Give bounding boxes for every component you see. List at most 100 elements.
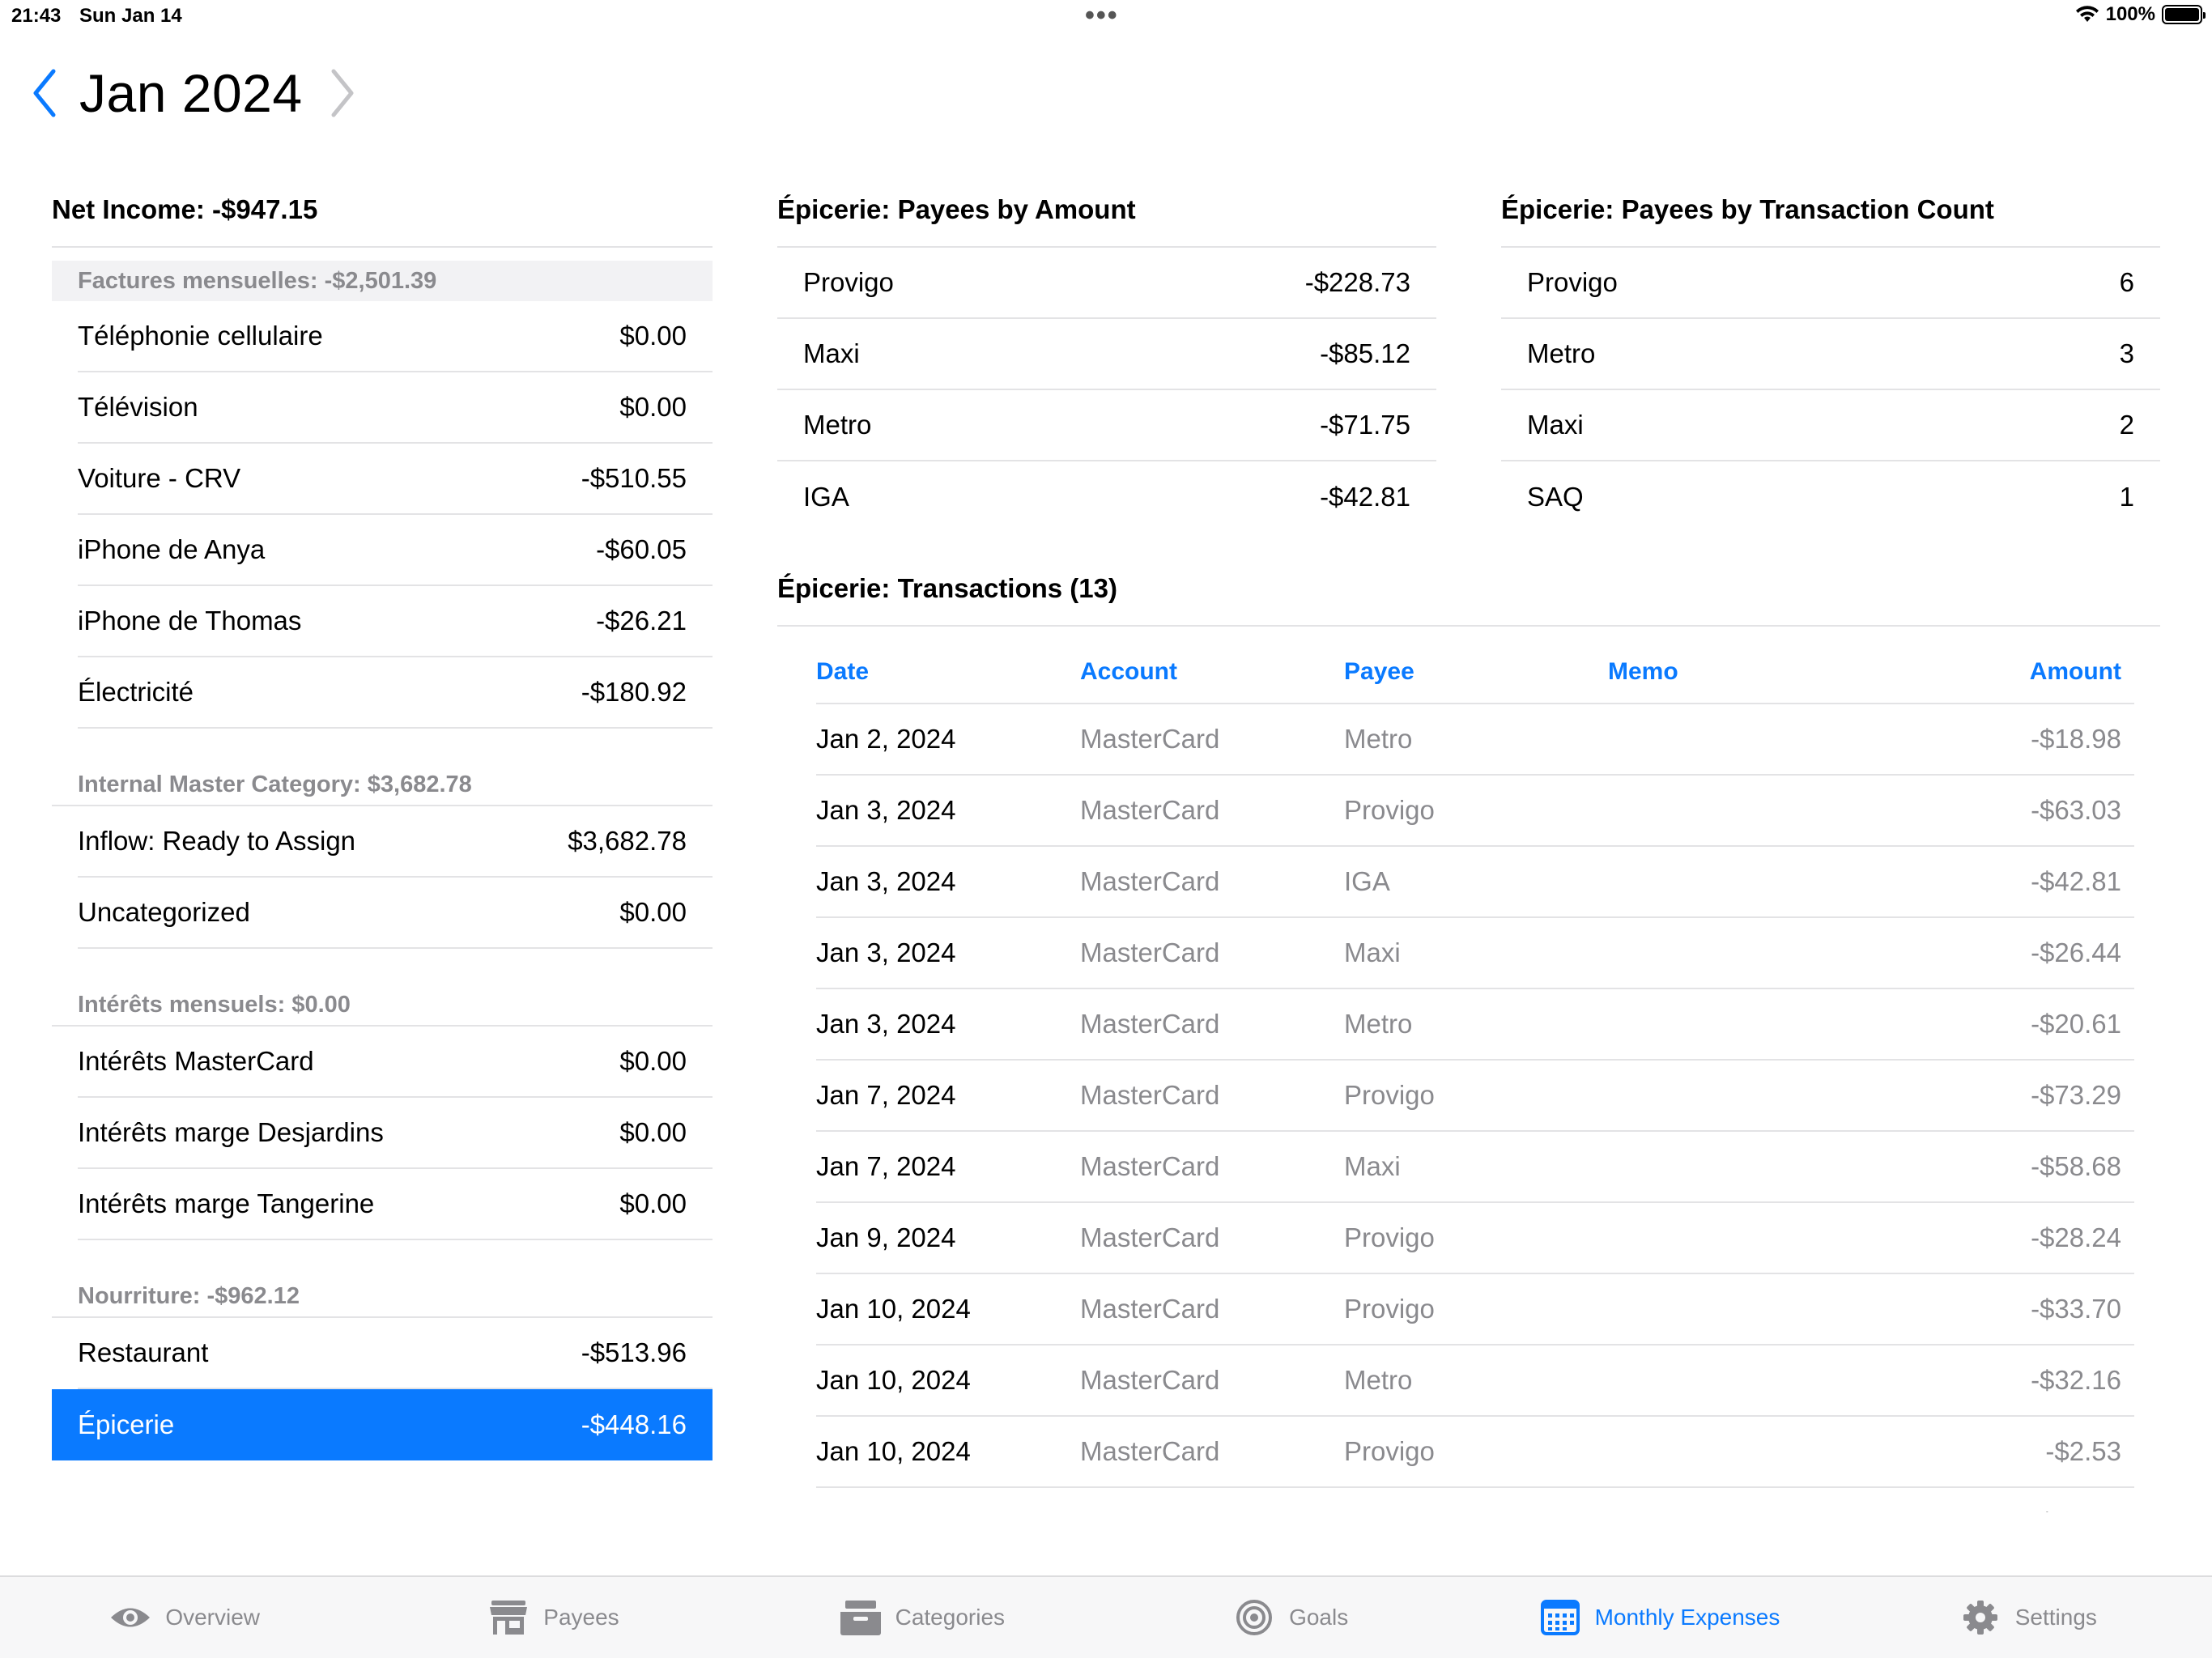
transaction-date: Jan 10, 2024 xyxy=(816,1436,971,1466)
tab-monthly-expenses[interactable]: Monthly Expenses xyxy=(1474,1577,1843,1658)
transaction-row[interactable]: Jan 12, 2024MasterCardProvigo -$27.94 xyxy=(816,1488,2134,1512)
payee-count: 2 xyxy=(2119,410,2134,440)
transaction-row[interactable]: Jan 10, 2024 MasterCard Provigo -$33.70 xyxy=(816,1274,2134,1346)
category-row[interactable]: Restaurant -$513.96 xyxy=(78,1318,713,1389)
payee-count-row[interactable]: Metro 3 xyxy=(1501,319,2160,390)
transaction-account: MasterCard xyxy=(1080,937,1220,967)
category-row[interactable]: Téléphonie cellulaire $0.00 xyxy=(78,301,713,372)
category-group-header: Nourriture: -$962.12 xyxy=(52,1240,713,1318)
payee-name: SAQ xyxy=(1527,482,1584,512)
transaction-row[interactable]: Jan 7, 2024 MasterCard Maxi -$58.68 xyxy=(816,1132,2134,1203)
category-row[interactable]: Inflow: Ready to Assign $3,682.78 xyxy=(78,806,713,878)
category-name: Uncategorized xyxy=(78,897,250,927)
tab-goals[interactable]: Goals xyxy=(1106,1577,1474,1658)
status-date: Sun Jan 14 xyxy=(79,5,182,27)
category-row[interactable]: Intérêts marge Tangerine $0.00 xyxy=(78,1169,713,1240)
next-month-button[interactable] xyxy=(322,57,363,130)
payee-amount-row[interactable]: Metro -$71.75 xyxy=(777,390,1436,461)
category-row[interactable]: Voiture - CRV -$510.55 xyxy=(78,444,713,515)
category-name: Inflow: Ready to Assign xyxy=(78,826,356,856)
transaction-amount: -$27.94 xyxy=(1872,1507,2134,1512)
category-name: Téléphonie cellulaire xyxy=(78,321,323,351)
transaction-payee: Provigo xyxy=(1344,1080,1435,1110)
transaction-payee: Metro xyxy=(1344,1009,1413,1039)
category-name: Électricité xyxy=(78,677,194,707)
battery-percent: 100% xyxy=(2105,3,2155,25)
transaction-account: MasterCard xyxy=(1080,724,1220,754)
transaction-amount: -$26.44 xyxy=(2031,937,2121,967)
payees-by-count-list: Provigo 6 Metro 3 Maxi 2 SAQ 1 xyxy=(1501,248,2160,533)
transactions-table: Date Account Payee Memo Amount Jan 2, 20… xyxy=(816,627,2134,1512)
category-amount: -$513.96 xyxy=(581,1337,687,1367)
chevron-right-icon xyxy=(331,69,354,117)
tab-settings[interactable]: Settings xyxy=(1844,1577,2212,1658)
transaction-amount: -$2.53 xyxy=(2045,1436,2121,1466)
tab-overview[interactable]: Overview xyxy=(0,1577,368,1658)
category-amount: $0.00 xyxy=(619,1117,687,1147)
transaction-row[interactable]: Jan 3, 2024 MasterCard Maxi -$26.44 xyxy=(816,918,2134,989)
multitasking-dots-icon[interactable]: ••• xyxy=(1085,0,1119,32)
previous-month-button[interactable] xyxy=(24,57,65,130)
tab-categories[interactable]: Categories xyxy=(738,1577,1106,1658)
category-name: Restaurant xyxy=(78,1337,209,1367)
battery-icon xyxy=(2162,5,2206,24)
tab-label: Categories xyxy=(895,1605,1006,1630)
transaction-date: Jan 10, 2024 xyxy=(816,1365,971,1395)
transaction-payee: Provigo xyxy=(1344,795,1435,825)
transactions-table-scroll[interactable]: Date Account Payee Memo Amount Jan 2, 20… xyxy=(777,627,2160,1524)
transaction-date: Jan 3, 2024 xyxy=(816,1009,956,1039)
transaction-row[interactable]: Jan 3, 2024 MasterCard IGA -$42.81 xyxy=(816,847,2134,918)
tray-icon xyxy=(840,1601,881,1635)
category-name: Intérêts marge Desjardins xyxy=(78,1117,384,1147)
transaction-date: Jan 12, 2024 xyxy=(816,1507,1080,1512)
transaction-row[interactable]: Jan 2, 2024 MasterCard Metro -$18.98 xyxy=(816,704,2134,776)
column-header-amount[interactable]: Amount xyxy=(1872,658,2134,686)
payee-amount-row[interactable]: Maxi -$85.12 xyxy=(777,319,1436,390)
payee-count-row[interactable]: SAQ 1 xyxy=(1501,461,2160,533)
tab-payees[interactable]: Payees xyxy=(368,1577,737,1658)
category-row[interactable]: Intérêts marge Desjardins $0.00 xyxy=(78,1098,713,1169)
transaction-row[interactable]: Jan 10, 2024 MasterCard Metro -$32.16 xyxy=(816,1346,2134,1417)
category-row[interactable]: Intérêts MasterCard $0.00 xyxy=(78,1027,713,1098)
column-header-memo[interactable]: Memo xyxy=(1608,658,1872,686)
transaction-row[interactable]: Jan 7, 2024 MasterCard Provigo -$73.29 xyxy=(816,1061,2134,1132)
category-row[interactable]: Télévision $0.00 xyxy=(78,372,713,444)
category-row[interactable]: iPhone de Anya -$60.05 xyxy=(78,515,713,586)
wifi-icon xyxy=(2075,6,2099,22)
payee-count-row[interactable]: Maxi 2 xyxy=(1501,390,2160,461)
transaction-date: Jan 3, 2024 xyxy=(816,937,956,967)
transaction-account: MasterCard xyxy=(1080,1507,1344,1512)
payees-by-amount-title: Épicerie: Payees by Amount xyxy=(777,194,1436,248)
transaction-account: MasterCard xyxy=(1080,1009,1220,1039)
transaction-row[interactable]: Jan 9, 2024 MasterCard Provigo -$28.24 xyxy=(816,1203,2134,1274)
payee-amount-row[interactable]: IGA -$42.81 xyxy=(777,461,1436,533)
category-name: Intérêts MasterCard xyxy=(78,1046,314,1076)
category-row[interactable]: Uncategorized $0.00 xyxy=(78,878,713,949)
category-row[interactable]: Épicerie -$448.16 xyxy=(52,1389,713,1460)
transaction-account: MasterCard xyxy=(1080,795,1220,825)
payee-name: Maxi xyxy=(803,338,860,368)
transaction-account: MasterCard xyxy=(1080,1080,1220,1110)
payee-amount: -$85.12 xyxy=(1320,338,1410,368)
transaction-date: Jan 10, 2024 xyxy=(816,1294,971,1324)
category-group-header: Intérêts mensuels: $0.00 xyxy=(52,949,713,1027)
category-group-header: Factures mensuelles: -$2,501.39 xyxy=(52,261,713,301)
transaction-row[interactable]: Jan 3, 2024 MasterCard Provigo -$63.03 xyxy=(816,776,2134,847)
column-header-account[interactable]: Account xyxy=(1080,658,1344,686)
column-header-date[interactable]: Date xyxy=(816,658,1080,686)
chevron-left-icon xyxy=(33,69,56,117)
payee-count: 3 xyxy=(2119,338,2134,368)
category-row[interactable]: Électricité -$180.92 xyxy=(78,657,713,729)
target-icon xyxy=(1236,1600,1273,1635)
payee-count-row[interactable]: Provigo 6 xyxy=(1501,248,2160,319)
category-groups: Factures mensuelles: -$2,501.39 Téléphoni… xyxy=(52,261,713,1460)
transaction-row[interactable]: Jan 10, 2024 MasterCard Provigo -$2.53 xyxy=(816,1417,2134,1488)
payee-count: 6 xyxy=(2119,267,2134,297)
column-header-payee[interactable]: Payee xyxy=(1344,658,1608,686)
payee-amount-row[interactable]: Provigo -$228.73 xyxy=(777,248,1436,319)
transaction-amount: -$58.68 xyxy=(2031,1151,2121,1181)
category-row[interactable]: iPhone de Thomas -$26.21 xyxy=(78,586,713,657)
calendar-icon xyxy=(1540,1600,1580,1635)
transaction-row[interactable]: Jan 3, 2024 MasterCard Metro -$20.61 xyxy=(816,989,2134,1061)
gear-icon xyxy=(1963,1601,1997,1635)
